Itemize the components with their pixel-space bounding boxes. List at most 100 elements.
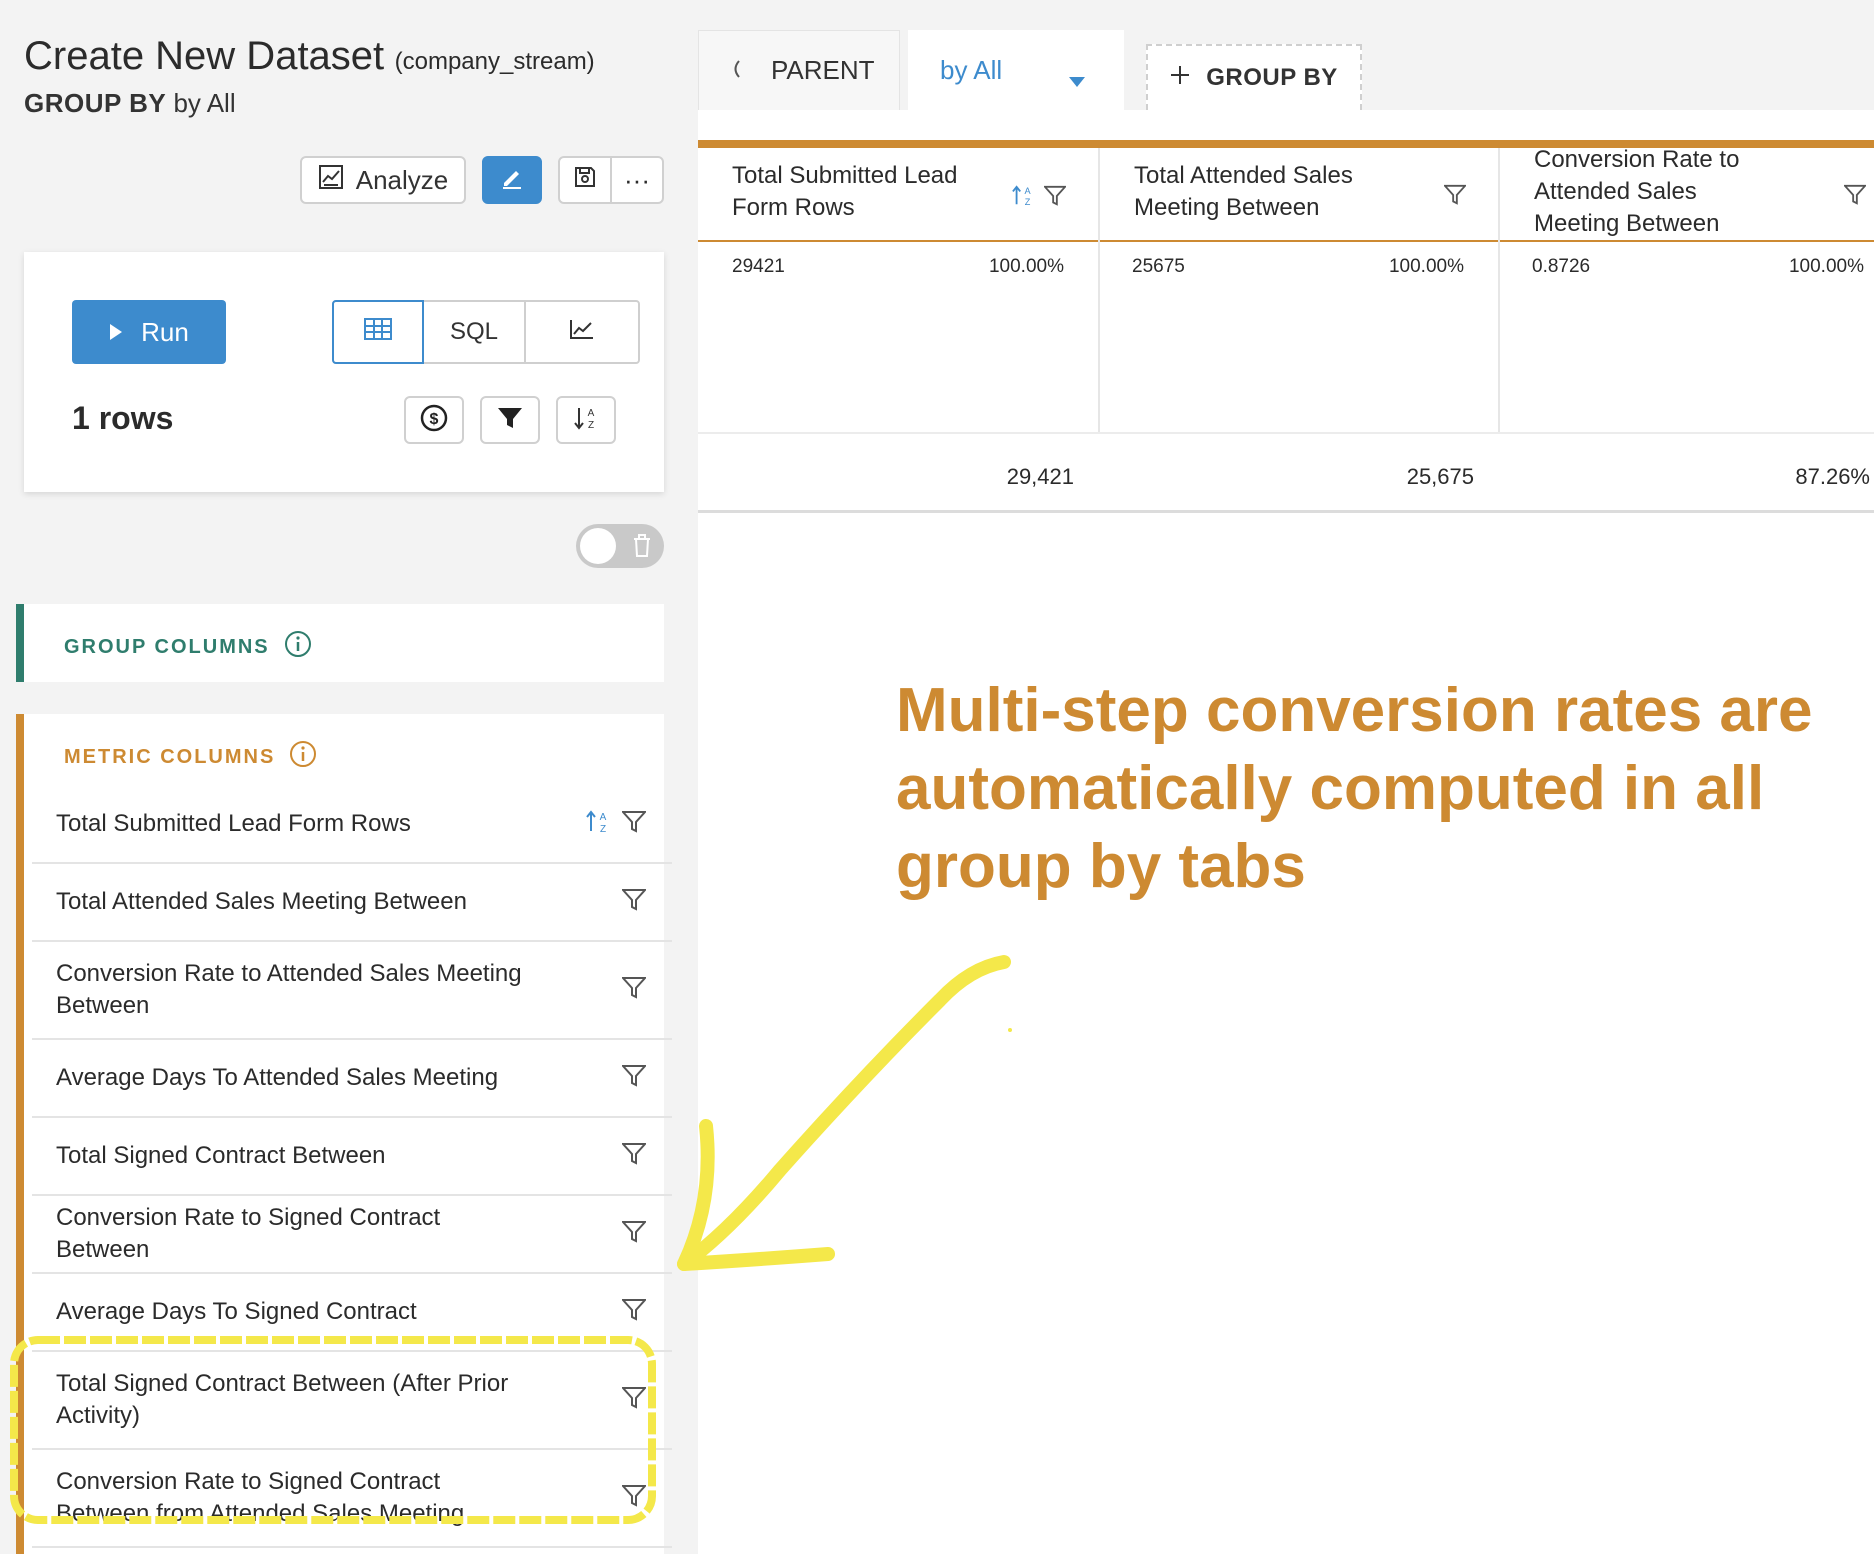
metric-label: Conversion Rate to Signed Contract Betwe… (56, 1204, 441, 1263)
metric-row[interactable]: Conversion Rate to Signed Contract Betwe… (32, 1450, 672, 1548)
table-cell-value: 0.8726 (1532, 256, 1591, 277)
svg-text:A: A (588, 408, 595, 419)
metric-row[interactable]: Total Attended Sales Meeting Between (32, 864, 672, 942)
add-group-by-label: GROUP BY (1206, 64, 1338, 91)
sort-az-icon[interactable]: AZ (1012, 184, 1034, 213)
rows-count: 1 rows (72, 400, 174, 436)
sort-button[interactable]: AZ (556, 396, 616, 444)
filter-icon[interactable] (1442, 184, 1468, 211)
group-columns-label: GROUP COLUMNS (64, 635, 270, 658)
tab-parent[interactable]: PARENT (698, 30, 900, 110)
sort-az-icon[interactable]: AZ (586, 809, 610, 840)
filter-icon[interactable] (620, 1386, 648, 1415)
metric-row[interactable]: Conversion Rate to Signed Contract Betwe… (32, 1196, 672, 1274)
filled-filter-icon (497, 406, 523, 435)
more-button[interactable]: ··· (612, 158, 662, 202)
tab-parent-label: PARENT (771, 55, 875, 85)
metric-actions: AZ (586, 809, 648, 840)
filter-icon[interactable] (620, 1142, 648, 1171)
filter-icon[interactable] (620, 888, 648, 917)
edit-button[interactable] (482, 156, 542, 204)
save-more-group: ··· (558, 156, 664, 204)
filter-icon[interactable] (620, 810, 648, 839)
dollar-icon: $ (420, 404, 448, 437)
metric-actions (620, 1142, 648, 1171)
filter-icon[interactable] (620, 1484, 648, 1513)
column-header[interactable]: Conversion Rate to Attended Sales Meetin… (1500, 146, 1874, 242)
table-view-tab[interactable] (332, 300, 424, 364)
caret-down-icon[interactable] (1068, 64, 1086, 95)
metric-label: Conversion Rate to Attended Sales Meetin… (56, 960, 522, 1019)
chart-view-tab[interactable] (526, 302, 638, 362)
toggle-switch[interactable] (576, 524, 664, 568)
metric-actions (620, 888, 648, 917)
toggle-knob (580, 528, 616, 564)
metric-label: Total Signed Contract Between (56, 1142, 386, 1169)
filter-icon[interactable] (620, 976, 648, 1005)
filter-icon[interactable] (1042, 185, 1068, 212)
metric-row[interactable]: Total Signed Contract Between (32, 1118, 672, 1196)
metric-columns-title: METRIC COLUMNS (64, 740, 317, 774)
analyze-label: Analyze (355, 164, 449, 195)
group-columns-section: GROUP COLUMNS (16, 604, 664, 682)
group-by-value: by All (173, 88, 236, 118)
svg-text:A: A (600, 812, 607, 823)
line-chart-icon (569, 318, 595, 347)
info-icon[interactable] (284, 630, 312, 664)
metric-row[interactable]: Average Days To Attended Sales Meeting (32, 1040, 672, 1118)
svg-text:Z: Z (600, 824, 606, 835)
metric-label: Total Signed Contract Between (After Pri… (56, 1370, 509, 1429)
dataset-source: (company_stream) (394, 48, 595, 75)
info-icon[interactable] (289, 740, 317, 774)
column-header[interactable]: Total Submitted Lead Form Rows AZ (698, 148, 1098, 242)
analyze-icon (318, 164, 344, 197)
metric-label: Average Days To Attended Sales Meeting (56, 1064, 499, 1091)
metric-label: Total Attended Sales Meeting Between (56, 888, 467, 915)
table-icon (364, 317, 392, 347)
table-total: 25,675 (1406, 464, 1474, 489)
group-by-label: GROUP BY (24, 88, 167, 118)
column-header-actions (1842, 184, 1868, 211)
analyze-button[interactable]: Analyze (300, 156, 466, 204)
sql-view-tab[interactable]: SQL (424, 302, 526, 362)
table-cell-pct: 100.00% (988, 256, 1064, 277)
filter-icon[interactable] (620, 1298, 648, 1327)
metric-row[interactable]: Total Submitted Lead Form Rows AZ (32, 786, 672, 864)
metric-actions (620, 1220, 648, 1249)
filter-button[interactable] (480, 396, 540, 444)
filter-icon[interactable] (620, 1064, 648, 1093)
back-arc-icon (729, 55, 743, 86)
run-button[interactable]: Run (72, 300, 226, 364)
page: Create New Dataset (company_stream) GROU… (0, 0, 1874, 1554)
metric-label: Conversion Rate to Signed Contract Betwe… (56, 1468, 465, 1527)
metric-actions (620, 1064, 648, 1093)
more-icon: ··· (624, 164, 650, 195)
table-cell-value: 25675 (1132, 256, 1185, 277)
column-header[interactable]: Total Attended Sales Meeting Between (1100, 148, 1498, 242)
filter-icon[interactable] (620, 1220, 648, 1249)
column-header-label: Total Submitted Lead Form Rows (732, 162, 958, 221)
sort-az-icon: AZ (573, 405, 599, 436)
svg-text:Z: Z (588, 420, 594, 431)
filter-icon[interactable] (1842, 184, 1868, 211)
view-mode-tabs: SQL (332, 300, 640, 364)
annotation-callout: Multi-step conversion rates are automati… (896, 676, 1813, 901)
metric-row[interactable]: Conversion Rate to Attended Sales Meetin… (32, 942, 672, 1040)
tab-by-all[interactable]: by All (908, 30, 1124, 110)
save-button[interactable] (560, 158, 612, 202)
metric-row[interactable]: Total Signed Contract Between (After Pri… (32, 1352, 672, 1450)
column-header-actions: AZ (1012, 184, 1068, 213)
metric-label: Total Submitted Lead Form Rows (56, 810, 411, 837)
page-title: Create New Dataset (company_stream) (24, 34, 595, 79)
metric-row[interactable]: Average Days To Signed Contract (32, 1274, 672, 1352)
add-group-by-button[interactable]: GROUP BY (1146, 44, 1362, 110)
svg-text:Z: Z (1025, 197, 1031, 207)
metric-actions (620, 1484, 648, 1513)
currency-button[interactable]: $ (404, 396, 464, 444)
pencil-icon (499, 164, 525, 197)
metric-actions (620, 1386, 648, 1415)
row-divider (698, 432, 1874, 434)
totals-divider (698, 510, 1874, 513)
column-header-label: Total Attended Sales Meeting Between (1134, 162, 1353, 221)
metric-actions (620, 1298, 648, 1327)
